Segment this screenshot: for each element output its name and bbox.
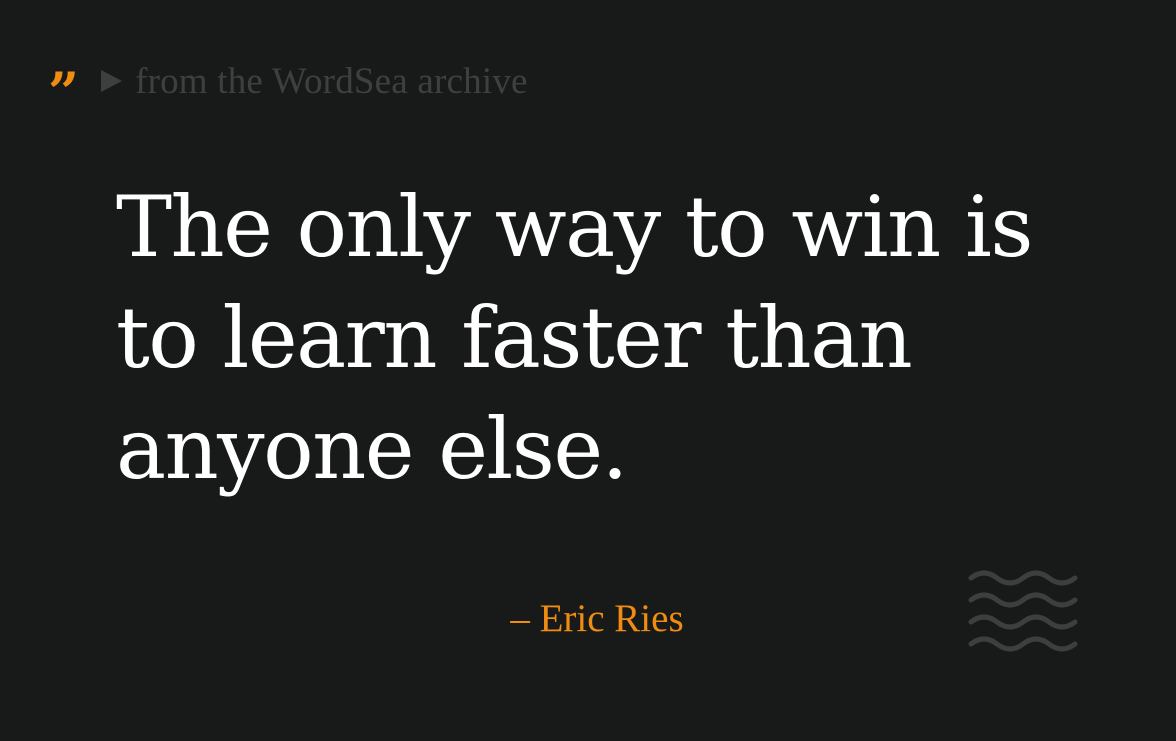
quote-header: ” from the WordSea archive [48, 58, 528, 110]
play-triangle-icon [101, 70, 123, 92]
waves-icon [968, 570, 1078, 652]
source-label: from the WordSea archive [135, 60, 528, 102]
closing-quote-mark-icon: ” [48, 65, 80, 109]
quote-text: The only way to win is to learn faster t… [116, 178, 1033, 498]
